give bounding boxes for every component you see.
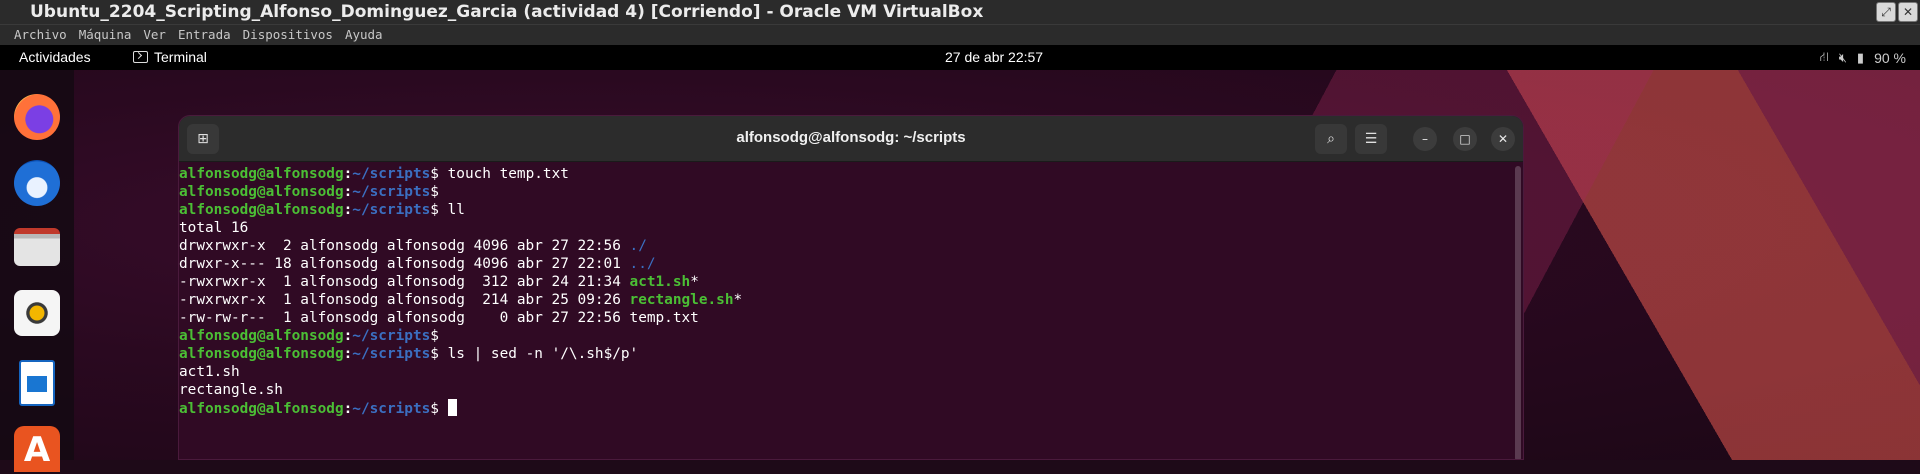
ls-entry-meta: -rwxrwxr-x 1 alfonsodg alfonsodg 312 abr… bbox=[179, 274, 630, 290]
ls-entry-meta: -rwxrwxr-x 1 alfonsodg alfonsodg 214 abr… bbox=[179, 292, 630, 308]
output-text: total 16 bbox=[179, 220, 249, 236]
network-icon: ⛙ bbox=[1819, 49, 1829, 64]
prompt-colon: : bbox=[343, 184, 353, 200]
prompt-colon: : bbox=[343, 346, 353, 362]
terminal-line: alfonsodg@alfonsodg:~/scripts$ bbox=[179, 327, 1511, 345]
terminal-output[interactable]: alfonsodg@alfonsodg:~/scripts$ touch tem… bbox=[179, 162, 1511, 459]
volume-muted-icon: 🔇︎ bbox=[1838, 50, 1847, 65]
terminal-headerbar: ⊞ alfonsodg@alfonsodg: ~/scripts ⌕ ☰ – □… bbox=[179, 116, 1523, 162]
prompt-path: ~/scripts bbox=[352, 184, 431, 200]
app-center-icon[interactable]: A bbox=[14, 426, 60, 472]
terminal-line: total 16 bbox=[179, 219, 1511, 237]
prompt-colon: : bbox=[343, 401, 353, 417]
prompt-colon: : bbox=[343, 166, 353, 182]
terminal-line: alfonsodg@alfonsodg:~/scripts$ bbox=[179, 399, 1511, 417]
ls-entry-meta: drwxr-x--- 18 alfonsodg alfonsodg 4096 a… bbox=[179, 256, 630, 272]
terminal-line: drwxr-x--- 18 alfonsodg alfonsodg 4096 a… bbox=[179, 255, 1511, 273]
terminal-window: ⊞ alfonsodg@alfonsodg: ~/scripts ⌕ ☰ – □… bbox=[178, 115, 1524, 460]
system-tray[interactable]: ⛙ 🔇︎ ▮ 90 % bbox=[1820, 49, 1906, 67]
prompt-dollar: $ bbox=[430, 166, 439, 182]
menu-ayuda[interactable]: Ayuda bbox=[339, 25, 389, 45]
text-cursor bbox=[447, 399, 457, 416]
command-text: ls | sed -n '/\.sh$/p' bbox=[438, 346, 639, 362]
ls-entry-meta: drwxrwxr-x 2 alfonsodg alfonsodg 4096 ab… bbox=[179, 238, 630, 254]
output-text: act1.sh bbox=[179, 364, 240, 380]
restore-window-button[interactable]: ⤢ bbox=[1876, 2, 1896, 22]
search-button[interactable]: ⌕ bbox=[1315, 124, 1347, 154]
ls-entry-name: rectangle.sh bbox=[629, 292, 734, 308]
ls-entry-name: ../ bbox=[629, 256, 656, 272]
gnome-topbar: Actividades Terminal 27 de abr 22:57 ⛙ 🔇… bbox=[0, 45, 1920, 70]
prompt-user: alfonsodg@alfonsodg bbox=[179, 401, 344, 417]
prompt-path: ~/scripts bbox=[352, 401, 431, 417]
terminal-line: alfonsodg@alfonsodg:~/scripts$ ls | sed … bbox=[179, 345, 1511, 363]
ls-entry-name: act1.sh bbox=[629, 274, 691, 290]
prompt-dollar: $ bbox=[430, 401, 439, 417]
menu-ver[interactable]: Ver bbox=[137, 25, 172, 45]
prompt-user: alfonsodg@alfonsodg bbox=[179, 184, 344, 200]
terminal-line: -rw-rw-r-- 1 alfonsodg alfonsodg 0 abr 2… bbox=[179, 309, 1511, 327]
terminal-line: alfonsodg@alfonsodg:~/scripts$ ll bbox=[179, 201, 1511, 219]
ls-entry-suffix: * bbox=[733, 292, 743, 308]
menu-maquina[interactable]: Máquina bbox=[73, 25, 138, 45]
prompt-user: alfonsodg@alfonsodg bbox=[179, 202, 344, 218]
close-window-button[interactable]: ✕ bbox=[1898, 2, 1918, 22]
terminal-scrollbar[interactable] bbox=[1515, 166, 1521, 459]
menu-dispositivos[interactable]: Dispositivos bbox=[237, 25, 339, 45]
app-menu-label: Terminal bbox=[154, 49, 207, 65]
prompt-dollar: $ bbox=[430, 328, 439, 344]
hamburger-menu-button[interactable]: ☰ bbox=[1355, 124, 1387, 154]
terminal-line: -rwxrwxr-x 1 alfonsodg alfonsodg 214 abr… bbox=[179, 291, 1511, 309]
app-menu-terminal[interactable]: Terminal bbox=[133, 49, 207, 65]
menu-entrada[interactable]: Entrada bbox=[172, 25, 237, 45]
maximize-button[interactable]: □ bbox=[1453, 127, 1477, 151]
thunderbird-icon[interactable] bbox=[14, 160, 60, 206]
host-window-title: Ubuntu_2204_Scripting_Alfonso_Dominguez_… bbox=[30, 2, 984, 22]
prompt-path: ~/scripts bbox=[352, 202, 431, 218]
prompt-path: ~/scripts bbox=[352, 328, 431, 344]
prompt-colon: : bbox=[343, 202, 353, 218]
prompt-dollar: $ bbox=[430, 202, 439, 218]
prompt-dollar: $ bbox=[430, 184, 439, 200]
minimize-button[interactable]: – bbox=[1413, 127, 1437, 151]
ls-entry-suffix: * bbox=[690, 274, 699, 290]
clock[interactable]: 27 de abr 22:57 bbox=[945, 49, 1043, 65]
ls-entry-meta: -rw-rw-r-- 1 alfonsodg alfonsodg 0 abr 2… bbox=[179, 310, 630, 326]
libreoffice-writer-icon[interactable] bbox=[19, 360, 55, 406]
files-icon[interactable] bbox=[14, 228, 60, 266]
prompt-colon: : bbox=[343, 328, 353, 344]
terminal-line: act1.sh bbox=[179, 363, 1511, 381]
host-menubar: Archivo Máquina Ver Entrada Dispositivos… bbox=[0, 24, 1920, 45]
terminal-line: -rwxrwxr-x 1 alfonsodg alfonsodg 312 abr… bbox=[179, 273, 1511, 291]
terminal-icon bbox=[133, 51, 148, 63]
dock: A bbox=[0, 70, 74, 472]
terminal-line: drwxrwxr-x 2 alfonsodg alfonsodg 4096 ab… bbox=[179, 237, 1511, 255]
rhythmbox-icon[interactable] bbox=[14, 290, 60, 336]
terminal-line: alfonsodg@alfonsodg:~/scripts$ bbox=[179, 183, 1511, 201]
ls-entry-name: ./ bbox=[629, 238, 647, 254]
firefox-icon[interactable] bbox=[14, 94, 60, 140]
prompt-user: alfonsodg@alfonsodg bbox=[179, 346, 344, 362]
terminal-line: rectangle.sh bbox=[179, 381, 1511, 399]
menu-archivo[interactable]: Archivo bbox=[8, 25, 73, 45]
activities-button[interactable]: Actividades bbox=[19, 49, 91, 65]
prompt-user: alfonsodg@alfonsodg bbox=[179, 328, 344, 344]
close-button[interactable]: ✕ bbox=[1491, 127, 1515, 151]
prompt-dollar: $ bbox=[430, 346, 439, 362]
host-window-controls: ⤢ ✕ bbox=[1876, 2, 1918, 22]
command-text: touch temp.txt bbox=[438, 166, 569, 182]
prompt-user: alfonsodg@alfonsodg bbox=[179, 166, 344, 182]
battery-percent: 90 % bbox=[1874, 50, 1906, 66]
command-text bbox=[439, 401, 448, 417]
ls-entry-name: temp.txt bbox=[629, 310, 699, 326]
host-window-titlebar: Ubuntu_2204_Scripting_Alfonso_Dominguez_… bbox=[0, 0, 1920, 24]
prompt-path: ~/scripts bbox=[352, 166, 431, 182]
prompt-path: ~/scripts bbox=[352, 346, 431, 362]
output-text: rectangle.sh bbox=[179, 382, 283, 398]
terminal-line: alfonsodg@alfonsodg:~/scripts$ touch tem… bbox=[179, 165, 1511, 183]
battery-icon: ▮ bbox=[1856, 50, 1865, 65]
command-text: ll bbox=[438, 202, 465, 218]
